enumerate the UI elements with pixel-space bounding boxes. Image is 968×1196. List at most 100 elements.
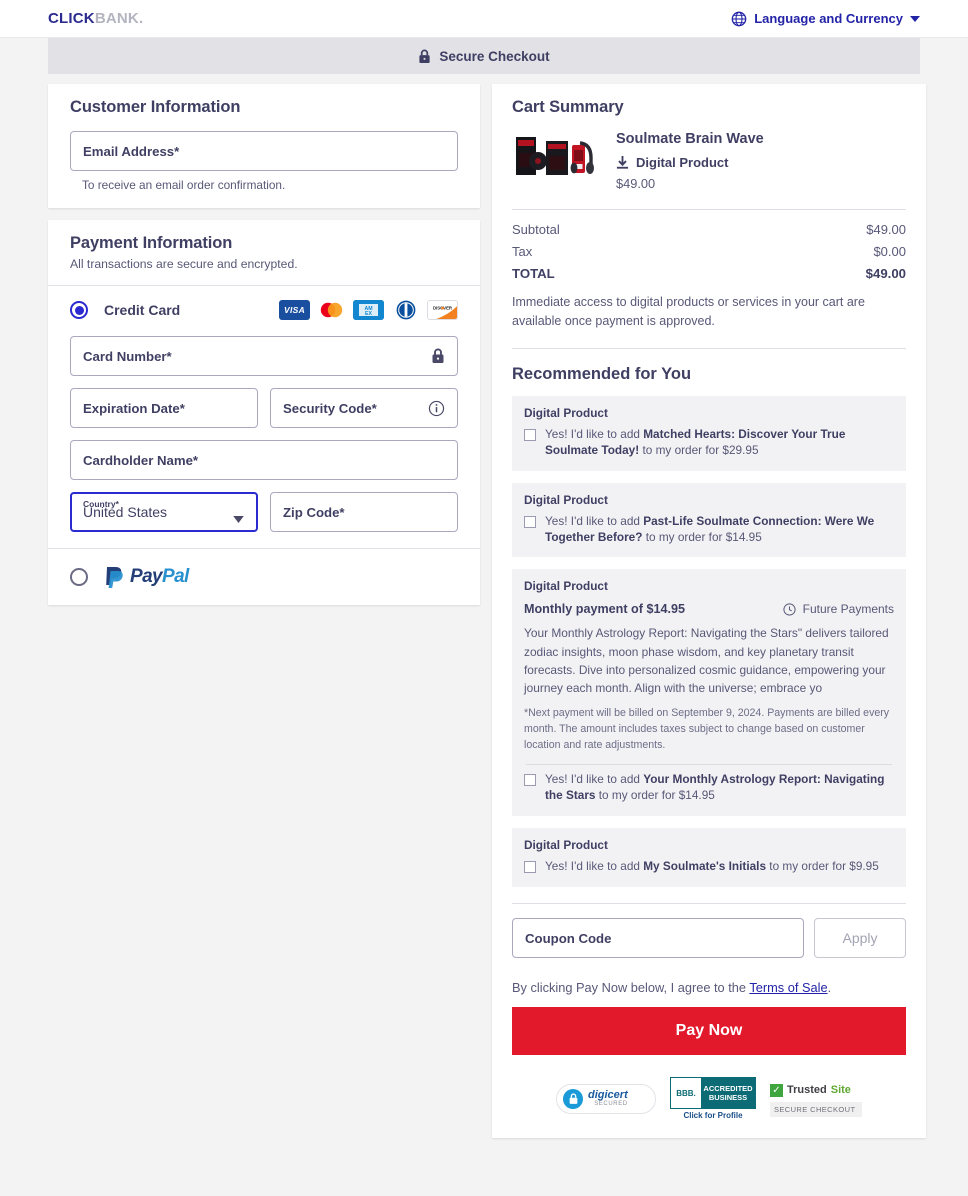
cart-product-row: Soulmate Brain Wave Digital Product $49.… bbox=[512, 131, 906, 191]
divider bbox=[512, 209, 906, 210]
product-thumbnail bbox=[512, 131, 602, 183]
upsell-label: Yes! I'd like to add Past-Life Soulmate … bbox=[545, 514, 894, 546]
coupon-code-placeholder: Coupon Code bbox=[525, 930, 612, 946]
security-code-field[interactable]: Security Code* bbox=[270, 388, 458, 428]
upsell-prefix: Yes! I'd like to add bbox=[545, 513, 644, 528]
tax-label: Tax bbox=[512, 244, 533, 259]
left-column: Customer Information Email Address* To r… bbox=[48, 84, 480, 617]
upsell-item: Digital Product Yes! I'd like to add Pas… bbox=[512, 482, 906, 558]
payment-information-card: Payment Information All transactions are… bbox=[48, 220, 480, 605]
upsell-tag: Digital Product bbox=[524, 405, 608, 420]
total-row: TOTAL $49.00 bbox=[512, 266, 906, 281]
immediate-access-note: Immediate access to digital products or … bbox=[512, 295, 865, 329]
digicert-name: digicert bbox=[588, 1089, 628, 1102]
customer-information-card: Customer Information Email Address* To r… bbox=[48, 84, 480, 208]
credit-card-label: Credit Card bbox=[104, 302, 181, 318]
product-type-label: Digital Product bbox=[636, 155, 729, 170]
tax-row: Tax $0.00 bbox=[512, 244, 906, 259]
logo-bank-text: BANK. bbox=[94, 10, 144, 27]
country-select[interactable]: Country* United States bbox=[70, 492, 258, 532]
divider bbox=[512, 903, 906, 905]
credit-card-option[interactable]: Credit Card VISA AM EX bbox=[48, 286, 480, 324]
security-code-placeholder: Security Code* bbox=[283, 400, 377, 416]
monthly-payment-row: Monthly payment of $14.95 Future Payment… bbox=[524, 602, 894, 616]
upsell-suffix: to my order for $14.95 bbox=[595, 788, 715, 803]
trustedsite-t1: Trusted bbox=[787, 1084, 827, 1097]
card-number-field[interactable]: Card Number* bbox=[70, 336, 458, 376]
expiration-date-placeholder: Expiration Date* bbox=[83, 400, 185, 416]
trust-badges: digicert SECURED BBB. ACCREDITED BUSINES… bbox=[512, 1077, 906, 1120]
upsell-prefix: Yes! I'd like to add bbox=[545, 426, 644, 441]
country-label: Country* bbox=[83, 499, 119, 509]
lock-icon bbox=[419, 49, 430, 63]
coupon-code-input[interactable]: Coupon Code bbox=[512, 918, 804, 959]
language-currency-label: Language and Currency bbox=[754, 11, 903, 26]
upsell-offer-row[interactable]: Yes! I'd like to add Past-Life Soulmate … bbox=[524, 514, 894, 546]
upsell-prefix: Yes! I'd like to add bbox=[545, 772, 644, 787]
upsell-checkbox[interactable] bbox=[524, 515, 536, 528]
upsell-label: Yes! I'd like to add Matched Hearts: Dis… bbox=[545, 427, 894, 459]
clock-icon bbox=[783, 603, 796, 616]
trustedsite-t2: Site bbox=[830, 1084, 851, 1097]
upsell-item: Digital Product Yes! I'd like to add My … bbox=[512, 828, 906, 888]
mastercard-icon bbox=[316, 300, 347, 320]
total-value: $49.00 bbox=[865, 266, 906, 281]
email-field[interactable]: Email Address* bbox=[70, 131, 458, 171]
cardholder-name-field[interactable]: Cardholder Name* bbox=[70, 440, 458, 480]
trustedsite-badge[interactable]: ✓ Trusted Site SECURE CHECKOUT bbox=[770, 1080, 862, 1118]
subtotal-label: Subtotal bbox=[512, 222, 560, 237]
language-currency-selector[interactable]: Language and Currency bbox=[731, 11, 920, 27]
email-helper-text: To receive an email order confirmation. bbox=[82, 178, 286, 192]
top-header-bar: CLICKBANK. Language and Currency bbox=[0, 0, 968, 38]
globe-icon bbox=[731, 11, 747, 26]
digicert-lock-icon bbox=[563, 1088, 583, 1109]
bbb-line1: ACCREDITED bbox=[703, 1083, 753, 1093]
credit-card-radio[interactable] bbox=[70, 301, 88, 319]
diners-club-icon bbox=[390, 300, 421, 320]
subscription-fine-print: *Next payment will be billed on Septembe… bbox=[524, 706, 890, 751]
zip-code-field[interactable]: Zip Code* bbox=[270, 492, 458, 532]
logo-click-text: CLICK bbox=[48, 10, 95, 27]
upsell-tag: Digital Product bbox=[524, 492, 608, 507]
upsell-offer-row[interactable]: Yes! I'd like to add Your Monthly Astrol… bbox=[524, 772, 894, 804]
future-payments-badge: Future Payments bbox=[783, 602, 894, 616]
tax-value: $0.00 bbox=[873, 244, 906, 259]
secure-checkout-label: Secure Checkout bbox=[439, 48, 550, 64]
upsell-label: Yes! I'd like to add Your Monthly Astrol… bbox=[545, 772, 894, 804]
payment-information-title: Payment Information bbox=[70, 234, 233, 252]
paypal-pal-text: Pal bbox=[162, 566, 189, 587]
subtotal-value: $49.00 bbox=[866, 222, 906, 237]
product-name: Soulmate Brain Wave bbox=[616, 131, 764, 147]
paypal-option[interactable]: PayPal bbox=[48, 549, 480, 605]
bbb-caption: Click for Profile bbox=[683, 1111, 743, 1121]
upsell-offer-row[interactable]: Yes! I'd like to add Matched Hearts: Dis… bbox=[524, 427, 894, 459]
divider bbox=[526, 764, 892, 766]
upsell-label: Yes! I'd like to add My Soulmate's Initi… bbox=[545, 859, 879, 875]
upsell-tag: Digital Product bbox=[524, 579, 608, 594]
upsell-checkbox[interactable] bbox=[524, 861, 536, 874]
paypal-radio[interactable] bbox=[70, 568, 88, 586]
bbb-badge[interactable]: BBB. ACCREDITED BUSINESS Click for Profi… bbox=[670, 1077, 756, 1120]
download-icon bbox=[616, 155, 629, 169]
pay-now-button[interactable]: Pay Now bbox=[512, 1007, 906, 1056]
svg-text:EX: EX bbox=[365, 311, 372, 317]
card-number-placeholder: Card Number* bbox=[83, 348, 172, 364]
upsell-tag: Digital Product bbox=[524, 838, 608, 853]
subtotal-row: Subtotal $49.00 bbox=[512, 222, 906, 237]
security-code-info-icon[interactable] bbox=[428, 400, 445, 417]
clickbank-logo: CLICKBANK. bbox=[48, 10, 143, 27]
upsell-prefix: Yes! I'd like to add bbox=[545, 859, 644, 874]
digicert-badge[interactable]: digicert SECURED bbox=[556, 1083, 656, 1114]
check-icon: ✓ bbox=[770, 1083, 783, 1097]
terms-of-sale-link[interactable]: Terms of Sale bbox=[749, 980, 827, 995]
upsell-offer-row[interactable]: Yes! I'd like to add My Soulmate's Initi… bbox=[524, 859, 894, 875]
apply-coupon-button[interactable]: Apply bbox=[814, 918, 906, 959]
terms-agreement: By clicking Pay Now below, I agree to th… bbox=[512, 980, 906, 995]
upsell-item: Digital Product Yes! I'd like to add Mat… bbox=[512, 395, 906, 471]
upsell-checkbox[interactable] bbox=[524, 774, 536, 787]
expiration-date-field[interactable]: Expiration Date* bbox=[70, 388, 258, 428]
card-brand-icons: VISA AM EX bbox=[279, 300, 458, 320]
terms-suffix: . bbox=[827, 980, 832, 996]
upsell-checkbox[interactable] bbox=[524, 428, 536, 441]
recommended-title: Recommended for You bbox=[512, 364, 692, 383]
